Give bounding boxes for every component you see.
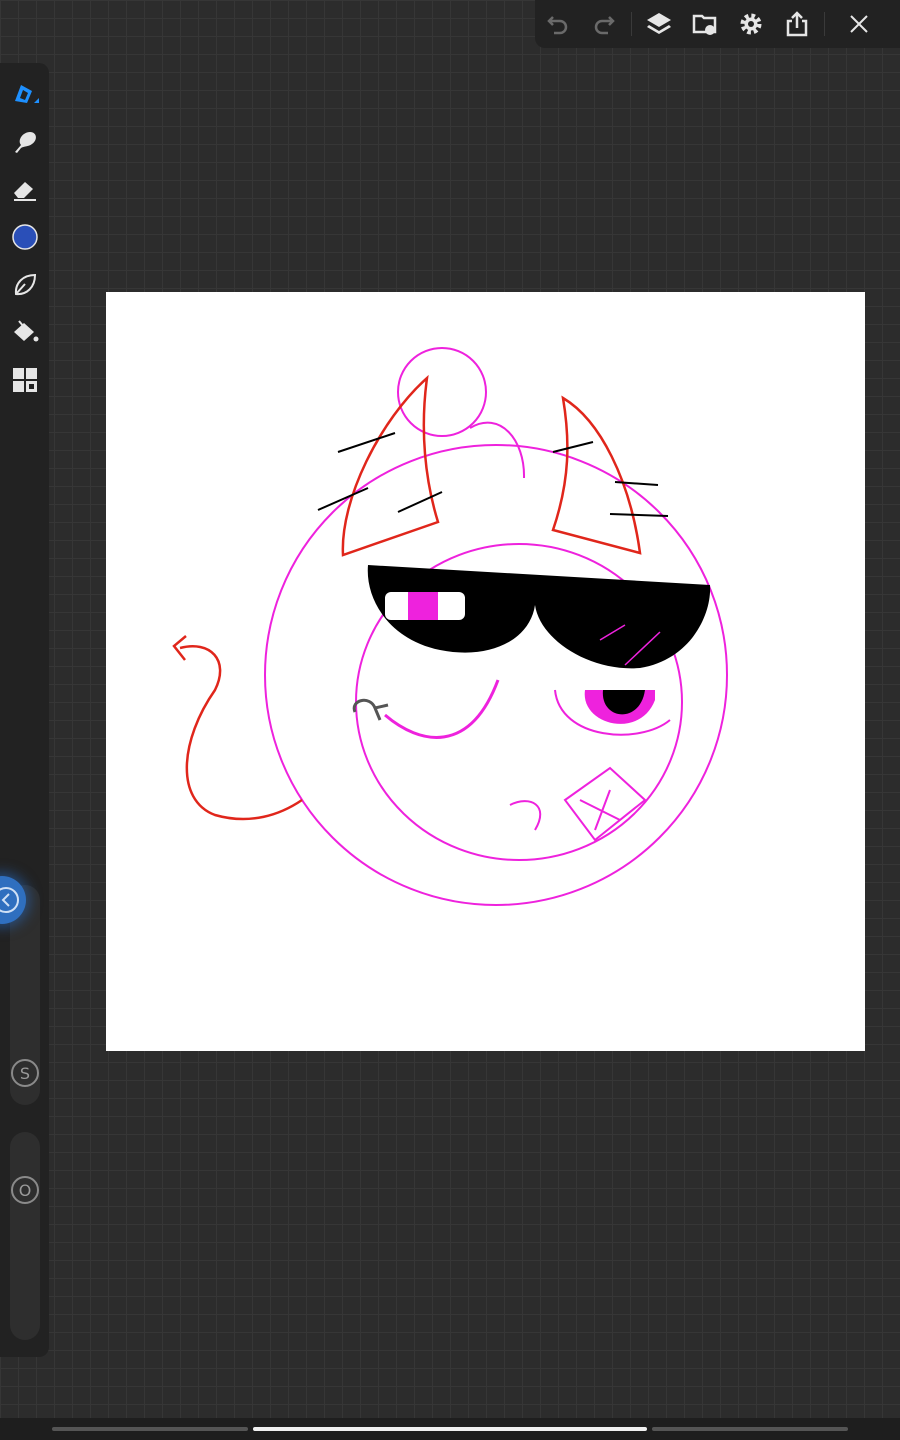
size-label: S — [11, 1059, 39, 1087]
redo-icon — [594, 16, 615, 35]
smudge-icon — [15, 132, 36, 153]
layers-icon — [647, 13, 671, 34]
pen-tool[interactable] — [8, 77, 42, 111]
fill-bucket-icon — [14, 320, 39, 342]
scrubber-right[interactable] — [652, 1427, 848, 1431]
eraser-tool[interactable] — [8, 173, 42, 207]
eraser-icon — [14, 182, 36, 201]
pen-icon — [15, 85, 39, 103]
top-toolbar — [535, 0, 900, 48]
drawing-canvas[interactable] — [106, 292, 865, 1051]
divider — [631, 12, 632, 36]
gallery-icon — [692, 14, 717, 35]
grid-icon — [13, 368, 37, 392]
bottom-bar — [0, 1418, 900, 1440]
close-button[interactable] — [829, 0, 889, 48]
settings-button[interactable] — [728, 0, 774, 48]
share-button[interactable] — [774, 0, 820, 48]
leaf-brush-icon — [14, 273, 37, 296]
gallery-button[interactable] — [682, 0, 728, 48]
undo-button[interactable] — [535, 0, 581, 48]
smudge-tool[interactable] — [8, 125, 42, 159]
undo-icon — [547, 16, 568, 35]
divider — [824, 12, 825, 36]
drawing — [172, 347, 728, 906]
chevron-left-icon — [0, 887, 19, 913]
opacity-label: O — [11, 1176, 39, 1204]
fill-tool[interactable] — [8, 315, 42, 349]
share-icon — [786, 11, 808, 37]
layers-button[interactable] — [636, 0, 682, 48]
scrubber-left[interactable] — [52, 1427, 248, 1431]
canvas-options-tool[interactable] — [8, 363, 42, 397]
size-slider-thumb[interactable] — [0, 876, 26, 924]
color-icon — [12, 224, 38, 250]
color-picker[interactable] — [8, 220, 42, 254]
settings-icon — [740, 13, 762, 35]
close-icon — [850, 15, 868, 33]
redo-button[interactable] — [581, 0, 627, 48]
brush-library-tool[interactable] — [8, 268, 42, 302]
opacity-slider[interactable]: O — [10, 1132, 40, 1340]
home-indicator[interactable] — [253, 1427, 647, 1431]
